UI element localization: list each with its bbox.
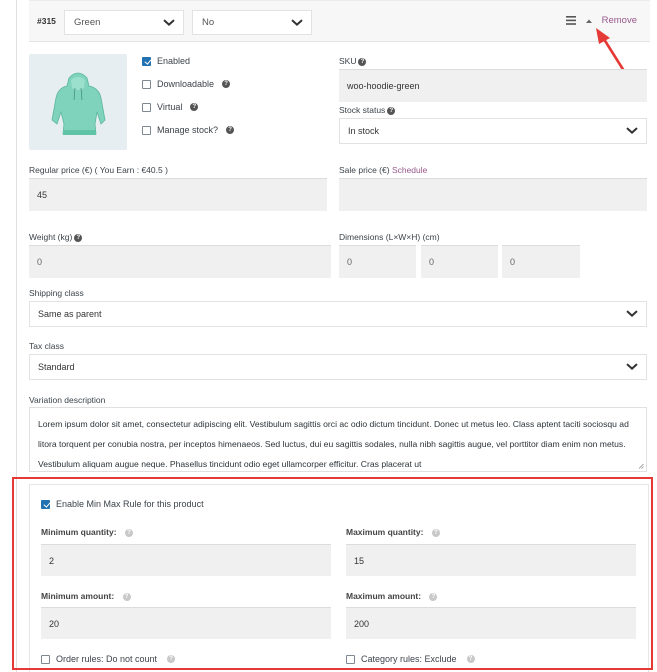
chevron-down-icon xyxy=(626,310,638,317)
hamburger-icon[interactable] xyxy=(565,16,576,25)
stock-status-label: Stock status? xyxy=(339,105,396,115)
dimensions-label: Dimensions (L×W×H) (cm) xyxy=(339,232,440,242)
weight-label-text: Weight (kg) xyxy=(29,232,73,242)
shipping-class-label: Shipping class xyxy=(29,288,84,298)
manage-stock-checkbox[interactable] xyxy=(142,125,151,135)
dimension-height-input[interactable]: 0 xyxy=(502,245,580,278)
chevron-down-icon xyxy=(626,127,638,134)
dimension-length-input[interactable]: 0 xyxy=(339,245,416,278)
downloadable-checkbox[interactable] xyxy=(142,79,151,89)
sale-price-label: Sale price (€) Schedule xyxy=(339,165,427,175)
sale-price-input[interactable] xyxy=(339,178,647,211)
sale-price-label-text: Sale price (€) xyxy=(339,165,390,175)
attribute-second-select[interactable]: No xyxy=(192,10,312,35)
shipping-class-select[interactable]: Same as parent xyxy=(29,301,647,327)
dimension-height-placeholder: 0 xyxy=(510,257,516,267)
resize-grip-icon[interactable] xyxy=(638,463,644,469)
variation-image[interactable] xyxy=(29,54,127,150)
sku-value: woo-hoodie-green xyxy=(347,81,420,91)
help-icon[interactable]: ? xyxy=(226,126,235,134)
help-icon[interactable]: ? xyxy=(74,233,83,242)
weight-label: Weight (kg)? xyxy=(29,232,83,242)
highlight-box xyxy=(12,477,653,670)
weight-input[interactable]: 0 xyxy=(29,245,331,278)
enabled-checkbox-row[interactable]: Enabled xyxy=(142,56,190,66)
caret-up-icon[interactable] xyxy=(585,18,593,24)
variation-header: #315 Green No Remove xyxy=(29,0,650,42)
sku-label: SKU? xyxy=(339,56,367,66)
regular-price-value: 45 xyxy=(37,190,48,200)
virtual-label: Virtual xyxy=(157,102,183,112)
regular-price-label: Regular price (€) ( You Earn : €40.5 ) xyxy=(29,165,168,175)
variation-description-value: Lorem ipsum dolor sit amet, consectetur … xyxy=(38,419,629,469)
schedule-link[interactable]: Schedule xyxy=(392,165,427,175)
help-icon[interactable]: ? xyxy=(387,106,396,115)
chevron-down-icon xyxy=(291,18,303,26)
virtual-checkbox-row[interactable]: Virtual ? xyxy=(142,102,199,112)
downloadable-label: Downloadable xyxy=(157,79,215,89)
sku-label-text: SKU xyxy=(339,56,357,66)
tax-class-select[interactable]: Standard xyxy=(29,354,647,380)
attribute-color-select[interactable]: Green xyxy=(64,10,184,35)
tax-class-label: Tax class xyxy=(29,341,64,351)
dimension-length-placeholder: 0 xyxy=(347,257,353,267)
stock-status-select[interactable]: In stock xyxy=(339,118,647,144)
regular-price-input[interactable]: 45 xyxy=(29,178,327,211)
help-icon[interactable]: ? xyxy=(358,57,367,66)
virtual-checkbox[interactable] xyxy=(142,102,151,112)
shipping-class-value: Same as parent xyxy=(38,309,102,319)
chevron-down-icon xyxy=(626,363,638,370)
variation-id: #315 xyxy=(37,16,56,26)
dimension-width-input[interactable]: 0 xyxy=(421,245,498,278)
attribute-second-value: No xyxy=(202,17,215,28)
stock-status-label-text: Stock status xyxy=(339,105,386,115)
help-icon[interactable]: ? xyxy=(222,80,231,88)
enabled-label: Enabled xyxy=(157,56,191,66)
chevron-down-icon xyxy=(163,18,175,26)
tax-class-value: Standard xyxy=(38,362,75,372)
manage-stock-label: Manage stock? xyxy=(157,125,219,135)
manage-stock-checkbox-row[interactable]: Manage stock? ? xyxy=(142,125,235,135)
attribute-color-value: Green xyxy=(74,17,101,28)
dimension-width-placeholder: 0 xyxy=(429,257,435,267)
variation-description-label: Variation description xyxy=(29,395,106,405)
sku-input[interactable]: woo-hoodie-green xyxy=(339,69,647,102)
weight-placeholder: 0 xyxy=(37,257,43,267)
stock-status-value: In stock xyxy=(348,126,380,136)
enabled-checkbox[interactable] xyxy=(142,56,151,66)
remove-link[interactable]: Remove xyxy=(602,15,637,26)
help-icon[interactable]: ? xyxy=(190,103,199,111)
downloadable-checkbox-row[interactable]: Downloadable ? xyxy=(142,79,231,89)
variation-description-textarea[interactable]: Lorem ipsum dolor sit amet, consectetur … xyxy=(29,407,647,472)
hoodie-image-icon xyxy=(51,72,106,135)
